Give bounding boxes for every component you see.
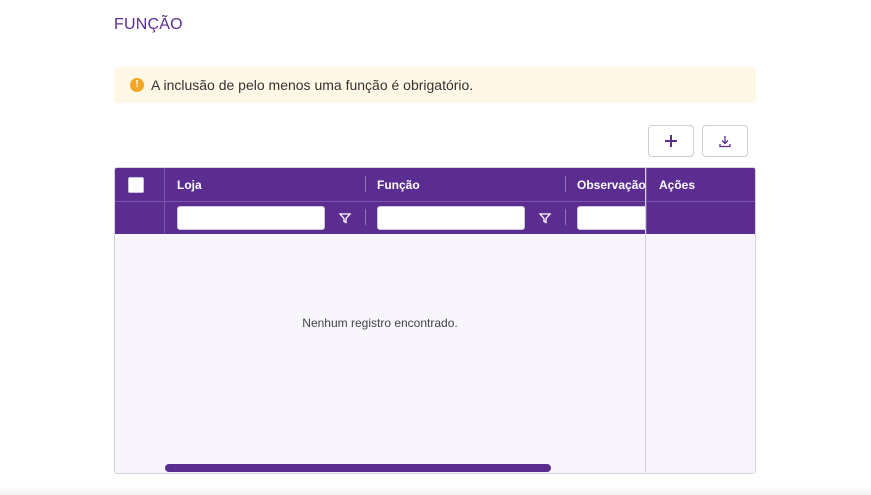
function-grid: Loja Função Observação Ações Nenhum regi… <box>114 167 756 474</box>
column-header-acoes: Ações <box>659 178 696 192</box>
column-header-observacao[interactable]: Observação <box>577 178 646 192</box>
column-separator[interactable] <box>365 176 366 192</box>
column-header-funcao[interactable]: Função <box>377 178 420 192</box>
page-bottom-edge <box>0 486 871 495</box>
column-separator <box>565 209 566 225</box>
select-all-checkbox[interactable] <box>128 177 144 193</box>
download-button[interactable] <box>702 125 748 157</box>
filter-input-funcao[interactable] <box>377 206 525 230</box>
filter-icon[interactable] <box>538 211 552 225</box>
actions-column: Ações <box>645 168 755 473</box>
header-divider <box>647 201 755 202</box>
column-separator[interactable] <box>565 176 566 192</box>
filter-icon[interactable] <box>338 211 352 225</box>
column-header-loja[interactable]: Loja <box>177 178 202 192</box>
alert-text: A inclusão de pelo menos uma função é ob… <box>151 77 474 93</box>
horizontal-scrollbar[interactable] <box>165 464 551 472</box>
empty-message: Nenhum registro encontrado. <box>302 316 458 330</box>
filter-input-loja[interactable] <box>177 206 325 230</box>
required-function-alert: ! A inclusão de pelo menos uma função é … <box>114 67 756 103</box>
column-separator <box>365 209 366 225</box>
warning-icon: ! <box>130 78 144 92</box>
add-button[interactable] <box>648 125 694 157</box>
section-title: FUNÇÃO <box>114 16 183 33</box>
actions-column-header: Ações <box>646 168 755 234</box>
plus-icon <box>665 135 677 147</box>
download-icon <box>719 136 731 148</box>
